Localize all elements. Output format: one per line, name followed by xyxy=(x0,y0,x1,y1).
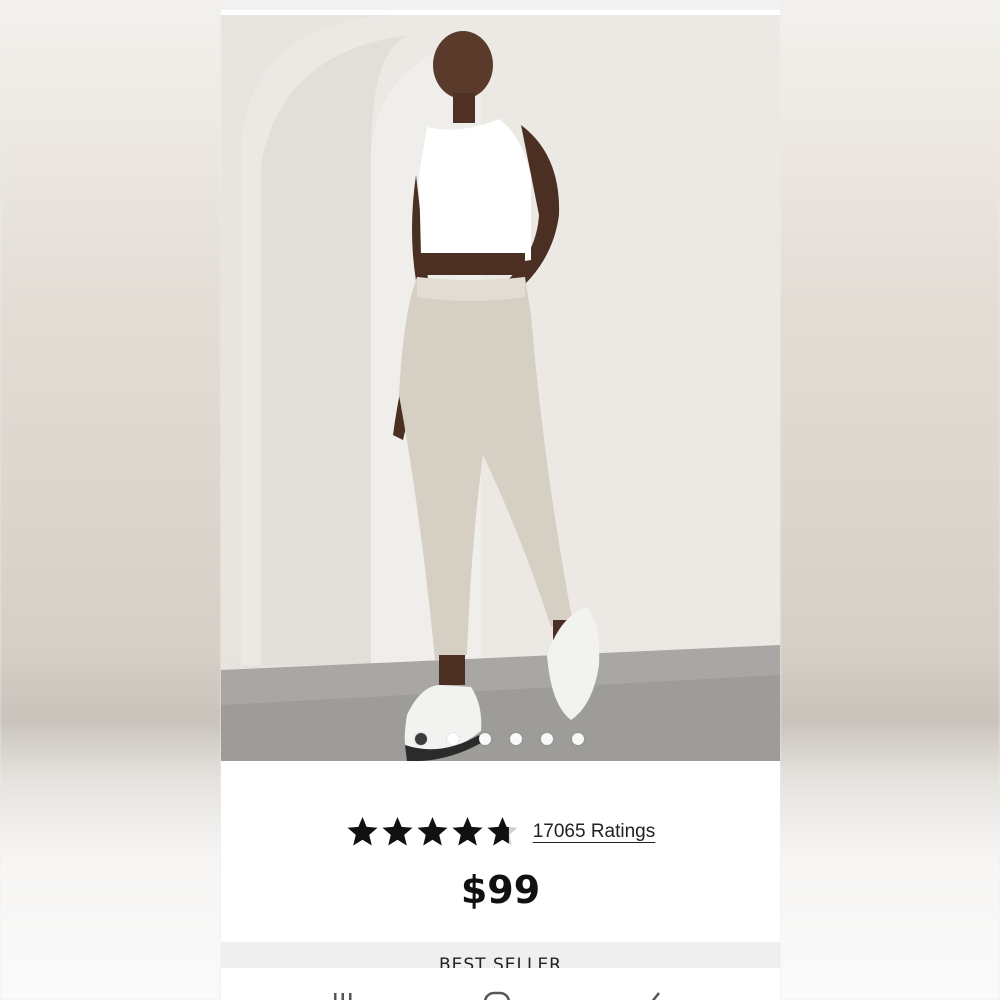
star-icon xyxy=(487,817,518,846)
home-icon[interactable] xyxy=(483,990,511,1000)
blurred-backdrop-right xyxy=(780,0,1000,1000)
star-icon xyxy=(347,817,378,846)
recent-apps-icon[interactable] xyxy=(331,990,355,1000)
carousel-dot[interactable] xyxy=(541,733,553,745)
star-icon xyxy=(417,817,448,846)
rating-row: 17065 Ratings xyxy=(221,812,780,852)
phone-screen: 17065 Ratings $99 BEST SELLER xyxy=(221,0,780,1000)
ratings-count-link[interactable]: 17065 Ratings xyxy=(533,821,656,843)
star-icon xyxy=(452,817,483,846)
carousel-dots xyxy=(221,731,780,747)
carousel-dot[interactable] xyxy=(415,733,427,745)
carousel-dot[interactable] xyxy=(572,733,584,745)
android-nav-bar xyxy=(221,968,780,1000)
product-photo xyxy=(221,15,780,761)
top-strip xyxy=(221,0,780,10)
product-price: $99 xyxy=(460,868,541,912)
blurred-backdrop-left xyxy=(0,0,221,1000)
product-image[interactable] xyxy=(221,15,780,761)
carousel-dot[interactable] xyxy=(479,733,491,745)
star-rating xyxy=(346,816,519,848)
star-icon xyxy=(382,817,413,846)
carousel-dot[interactable] xyxy=(447,733,459,745)
carousel-dot[interactable] xyxy=(510,733,522,745)
back-icon[interactable] xyxy=(645,990,665,1000)
